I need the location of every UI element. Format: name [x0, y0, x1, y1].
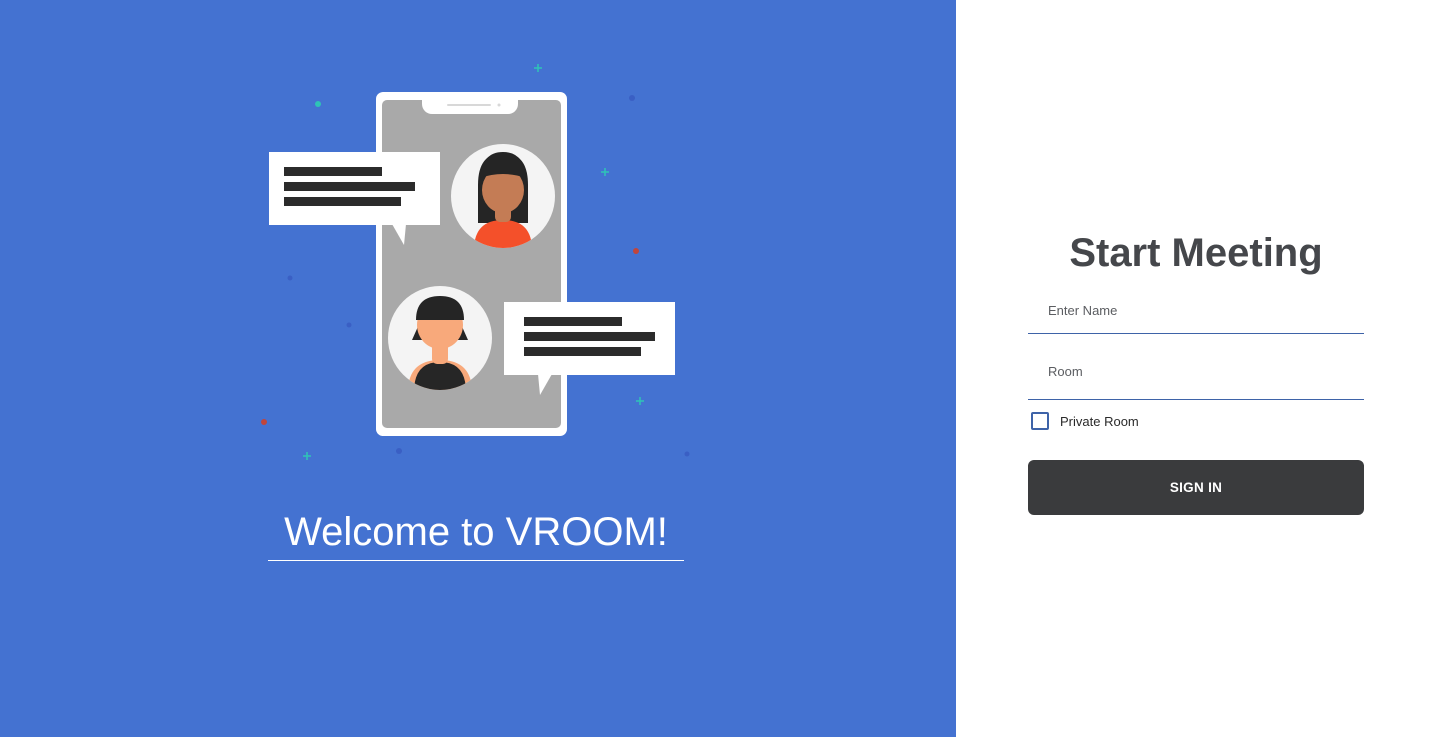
private-room-checkbox[interactable]	[1031, 412, 1049, 430]
room-field	[1028, 344, 1364, 400]
private-room-label[interactable]: Private Room	[1060, 414, 1139, 429]
chat-phone-illustration	[261, 64, 690, 460]
name-field	[1028, 288, 1364, 334]
start-meeting-form: Start Meeting Private Room SIGN IN	[1028, 228, 1364, 515]
sign-in-button[interactable]: SIGN IN	[1028, 460, 1364, 515]
name-input[interactable]	[1028, 288, 1364, 333]
room-input[interactable]	[1028, 344, 1364, 399]
phone-graphic	[376, 92, 567, 436]
form-title: Start Meeting	[1069, 231, 1323, 275]
welcome-panel: Welcome to VROOM!	[0, 0, 956, 737]
sign-in-panel: Start Meeting Private Room SIGN IN	[956, 0, 1431, 737]
private-room-option: Private Room	[1028, 410, 1364, 432]
welcome-heading: Welcome to VROOM!	[268, 508, 684, 561]
page: Welcome to VROOM! Start Meeting Private …	[0, 0, 1431, 737]
